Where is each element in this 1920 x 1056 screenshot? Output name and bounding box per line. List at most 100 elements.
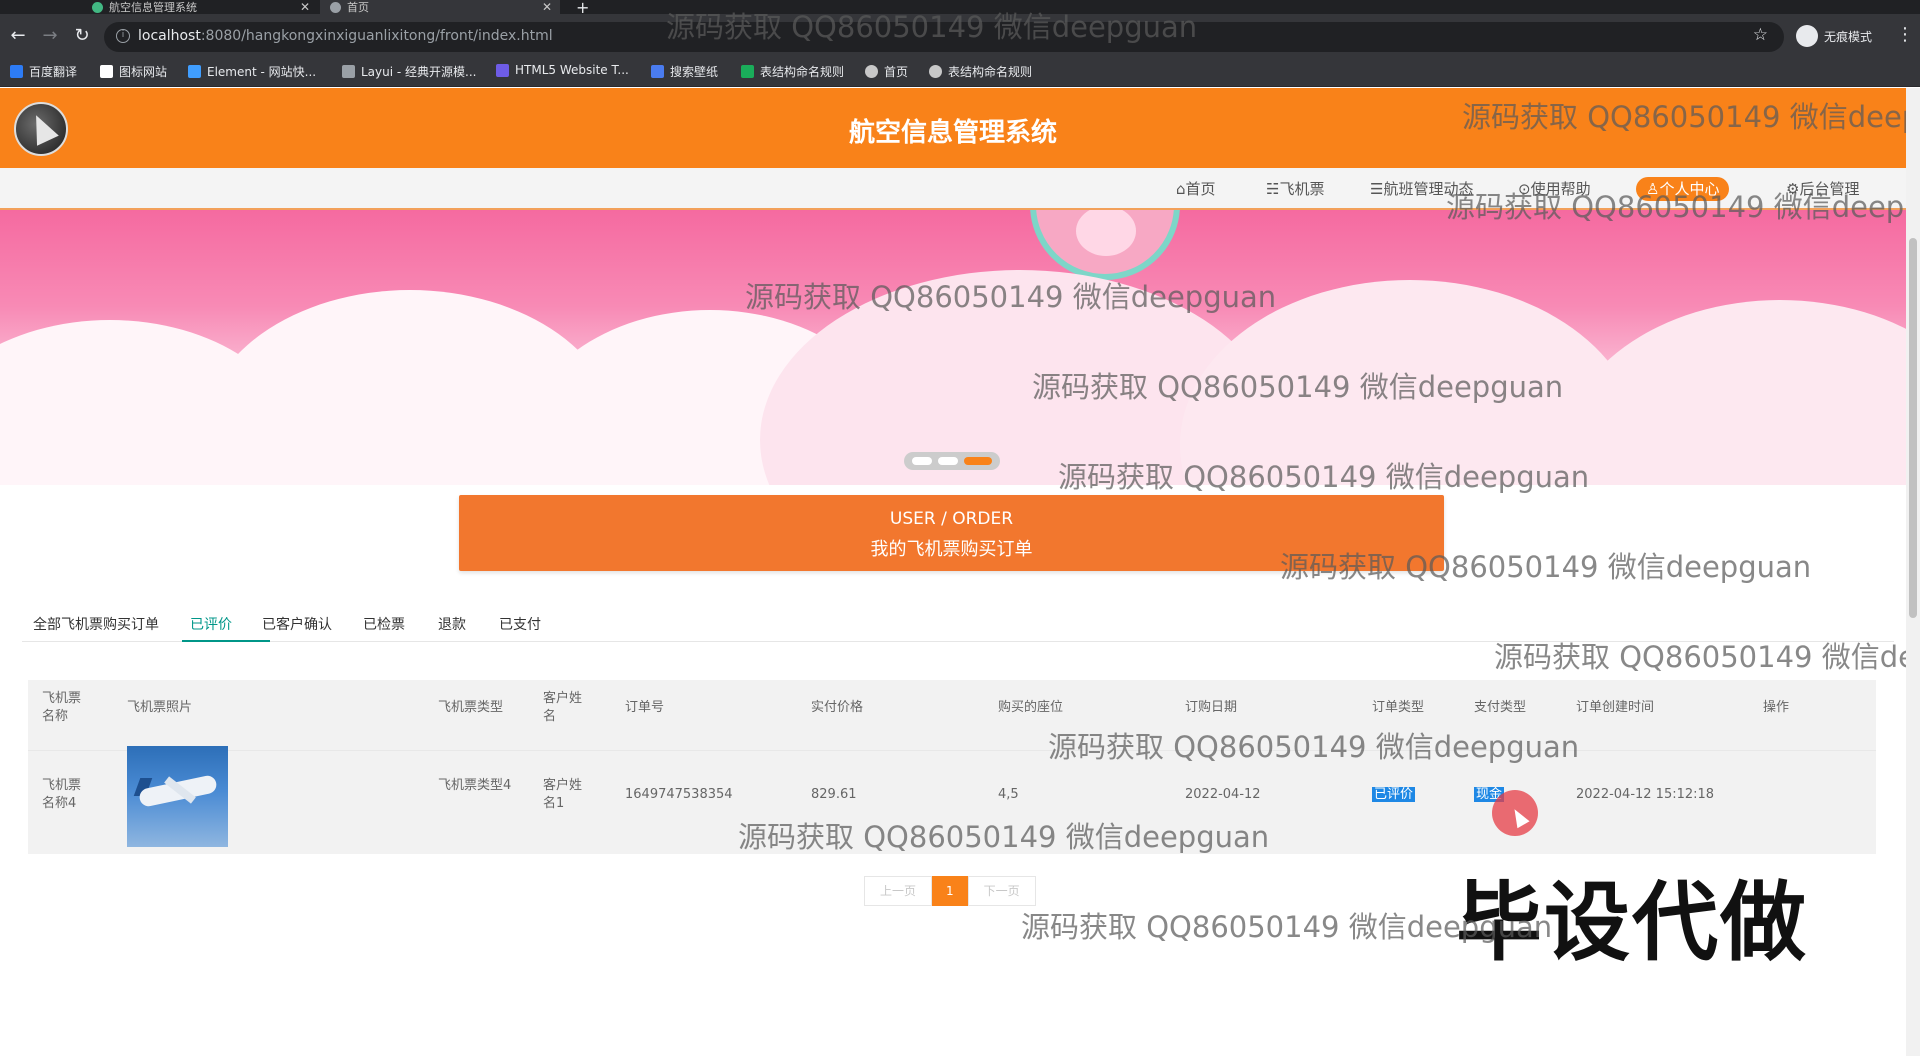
scrollbar-thumb[interactable] (1909, 238, 1917, 618)
carousel-dot-active[interactable] (964, 457, 992, 465)
html5-icon (496, 63, 509, 77)
globe-icon (865, 65, 878, 78)
browser-tab-2[interactable]: 首页 ✕ (320, 0, 560, 14)
reload-icon[interactable]: ↻ (70, 24, 94, 48)
nav-home[interactable]: ⌂首页 (1166, 177, 1226, 201)
column-header: 飞机票名称 (42, 691, 82, 724)
ticket-type-cell: 飞机票类型4 (438, 778, 512, 793)
column-header: 订购日期 (1185, 700, 1238, 715)
watermark-text: 源码获取 QQ86050149 微信deep (1446, 190, 1905, 224)
column-header: 订单号 (625, 700, 665, 715)
watermark-text: 源码获取 QQ86050149 微信deepguan (738, 820, 1270, 854)
column-header: 飞机票类型 (438, 700, 504, 715)
close-icon[interactable]: ✕ (542, 0, 552, 14)
watermark-text: 源码获取 QQ86050149 微信deepguan (1021, 910, 1553, 944)
tab-refund[interactable]: 退款 (438, 614, 466, 634)
next-page-button[interactable]: 下一页 (967, 876, 1036, 906)
nav-tickets[interactable]: ☵飞机票 (1256, 177, 1334, 201)
incognito-icon (1796, 25, 1818, 47)
bookmark-label: HTML5 Website T... (515, 63, 629, 77)
incognito-label: 无痕模式 (1824, 29, 1873, 44)
banner-ornament (1030, 210, 1180, 280)
prev-page-button[interactable]: 上一页 (864, 876, 933, 906)
bookmark-label: 首页 (884, 65, 909, 79)
tab-customer-confirmed[interactable]: 已客户确认 (262, 614, 332, 634)
page-scrollbar[interactable] (1906, 88, 1920, 1056)
bookmark-item[interactable]: Element - 网站快... (188, 63, 316, 80)
price-cell: 829.61 (811, 787, 857, 802)
order-type-badge: 已评价 (1372, 787, 1416, 802)
bookmark-item[interactable]: 搜索壁纸 (651, 63, 718, 80)
browser-tab-title: 首页 (347, 1, 369, 14)
tab-checked-in[interactable]: 已检票 (363, 614, 405, 634)
column-header: 支付类型 (1474, 700, 1527, 715)
banner-carousel[interactable] (0, 210, 1906, 485)
bookmark-label: 表结构命名规则 (760, 65, 845, 79)
browser-tab-1[interactable]: 航空信息管理系统 ✕ (82, 0, 318, 14)
sheet-icon (741, 65, 754, 78)
column-header: 客户姓名 (543, 691, 583, 724)
pagination: 上一页 1 下一页 (864, 876, 1036, 906)
wallpaper-icon (651, 65, 664, 78)
order-banner-en: USER / ORDER (889, 509, 1014, 529)
carousel-dot[interactable] (938, 457, 958, 465)
incognito-indicator[interactable]: 无痕模式 (1796, 25, 1872, 47)
column-header: 实付价格 (811, 700, 864, 715)
watermark-text: 源码获取 QQ86050149 微信deepguan (1048, 730, 1580, 764)
layui-icon (342, 65, 355, 78)
created-time-cell: 2022-04-12 15:12:18 (1576, 787, 1715, 802)
url-host: localhost (138, 28, 201, 44)
watermark-text: 源码获取 QQ86050149 微信de (1494, 640, 1916, 674)
order-date-cell: 2022-04-12 (1185, 787, 1261, 802)
banner-cloud (1560, 300, 1906, 485)
watermark-text: 源码获取 QQ86050149 微信deepguan (745, 280, 1277, 314)
bookmarks-bar: 百度翻译 图标网站 Element - 网站快... Layui - 经典开源模… (0, 55, 1920, 87)
ticket-name-cell: 飞机票名称4 (42, 778, 82, 811)
globe-icon (330, 1, 341, 13)
ticket-photo (127, 746, 228, 847)
vue-icon (92, 1, 103, 13)
carousel-indicator (904, 452, 1000, 470)
column-header: 订单创建时间 (1576, 700, 1655, 715)
browser-tab-title: 航空信息管理系统 (109, 1, 197, 14)
site-info-icon[interactable]: i (116, 29, 130, 43)
bookmark-label: 图标网站 (119, 65, 168, 79)
bookmark-star-icon[interactable]: ☆ (1753, 25, 1768, 45)
forward-arrow-icon[interactable]: → (38, 24, 62, 48)
back-arrow-icon[interactable]: ← (6, 24, 30, 48)
bookmark-label: 搜索壁纸 (670, 65, 719, 79)
bookmark-item[interactable]: 表结构命名规则 (741, 63, 844, 80)
watermark-text: 源码获取 QQ86050149 微信deepguan (1280, 550, 1812, 584)
seat-cell: 4,5 (998, 787, 1019, 802)
watermark-text: 源码获取 QQ86050149 微信deepguan (666, 10, 1198, 44)
watermark-text: 源码获取 QQ86050149 微信deepguan (1032, 370, 1564, 404)
bookmark-item[interactable]: 表结构命名规则 (929, 63, 1032, 80)
customer-name-cell: 客户姓名1 (543, 778, 583, 811)
tab-all-orders[interactable]: 全部飞机票购买订单 (33, 614, 159, 634)
tab-paid[interactable]: 已支付 (499, 614, 541, 634)
bookmark-item[interactable]: 图标网站 (100, 63, 167, 80)
translate-icon (10, 65, 23, 78)
element-icon (188, 65, 201, 78)
bookmark-item[interactable]: 首页 (865, 63, 908, 80)
column-header: 订单类型 (1372, 700, 1425, 715)
page-1-button[interactable]: 1 (932, 876, 968, 906)
bookmark-item[interactable]: HTML5 Website T... (496, 63, 629, 77)
url-text: localhost:8080/hangkongxinxiguanlixitong… (138, 28, 553, 44)
column-header: 飞机票照片 (127, 700, 193, 715)
bookmark-item[interactable]: Layui - 经典开源模... (342, 63, 476, 80)
globe-icon (929, 65, 942, 78)
bookmark-label: 表结构命名规则 (948, 65, 1033, 79)
bookmark-item[interactable]: 百度翻译 (10, 63, 77, 80)
column-header: 操作 (1763, 700, 1790, 715)
watermark-text: 源码获取 QQ86050149 微信deepguan (1058, 460, 1590, 494)
tab-reviewed[interactable]: 已评价 (190, 614, 232, 634)
order-number-cell: 1649747538354 (625, 787, 733, 802)
close-icon[interactable]: ✕ (300, 0, 310, 14)
flag-icon (100, 65, 113, 78)
active-tab-underline (182, 640, 270, 642)
bookmark-label: Element - 网站快... (207, 65, 317, 79)
menu-kebab-icon[interactable]: ⋮ (1896, 24, 1914, 45)
carousel-dot[interactable] (912, 457, 932, 465)
url-path: :8080/hangkongxinxiguanlixitong/front/in… (200, 28, 553, 44)
